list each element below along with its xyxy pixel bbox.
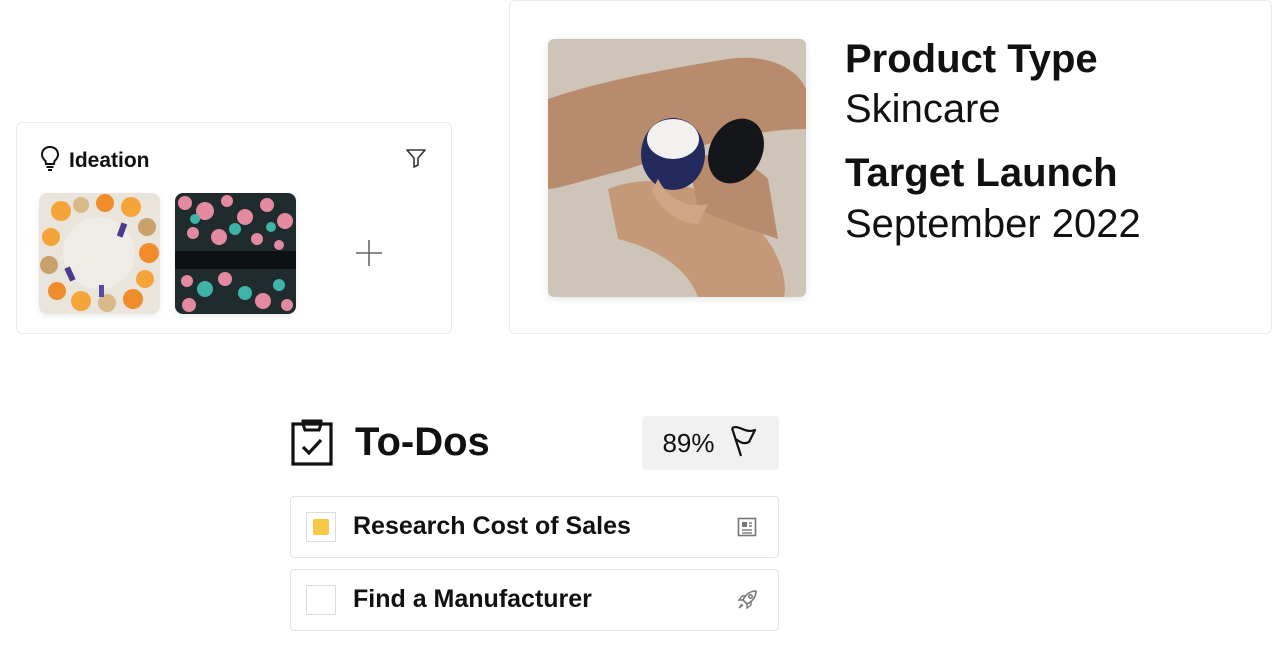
progress-percent: 89% bbox=[662, 427, 715, 458]
todo-label: Research Cost of Sales bbox=[353, 512, 631, 540]
todo-label: Find a Manufacturer bbox=[353, 585, 592, 613]
ideation-header: Ideation bbox=[39, 145, 150, 176]
clipboard-check-icon bbox=[289, 418, 335, 466]
todo-item[interactable]: Find a Manufacturer bbox=[290, 569, 779, 631]
todo-checkbox[interactable] bbox=[306, 585, 336, 615]
workspace: Ideation Product Type Skincare Target La… bbox=[0, 0, 1274, 656]
product-photo bbox=[548, 39, 806, 297]
ideation-image-citrus[interactable] bbox=[39, 193, 160, 314]
rocket-icon[interactable] bbox=[736, 589, 758, 611]
target-launch-value: September 2022 bbox=[845, 202, 1141, 246]
todos-title: To-Dos bbox=[355, 420, 490, 464]
ideation-card: Ideation bbox=[16, 122, 452, 334]
todo-checkbox[interactable] bbox=[306, 512, 336, 542]
progress-badge[interactable]: 89% bbox=[642, 416, 779, 470]
add-idea-button[interactable] bbox=[353, 237, 385, 269]
target-launch-label: Target Launch bbox=[845, 151, 1118, 195]
todo-item[interactable]: Research Cost of Sales bbox=[290, 496, 779, 558]
ideation-title: Ideation bbox=[69, 148, 150, 172]
in-progress-indicator bbox=[313, 519, 329, 535]
document-icon[interactable] bbox=[736, 516, 758, 538]
plus-icon bbox=[356, 240, 382, 266]
flag-icon bbox=[727, 424, 759, 463]
ideation-image-abstract[interactable] bbox=[175, 193, 296, 314]
filter-icon[interactable] bbox=[405, 147, 427, 169]
product-type-label: Product Type bbox=[845, 37, 1098, 81]
product-card: Product Type Skincare Target Launch Sept… bbox=[509, 0, 1272, 334]
lightbulb-icon bbox=[39, 145, 61, 176]
product-type-value: Skincare bbox=[845, 87, 1001, 131]
